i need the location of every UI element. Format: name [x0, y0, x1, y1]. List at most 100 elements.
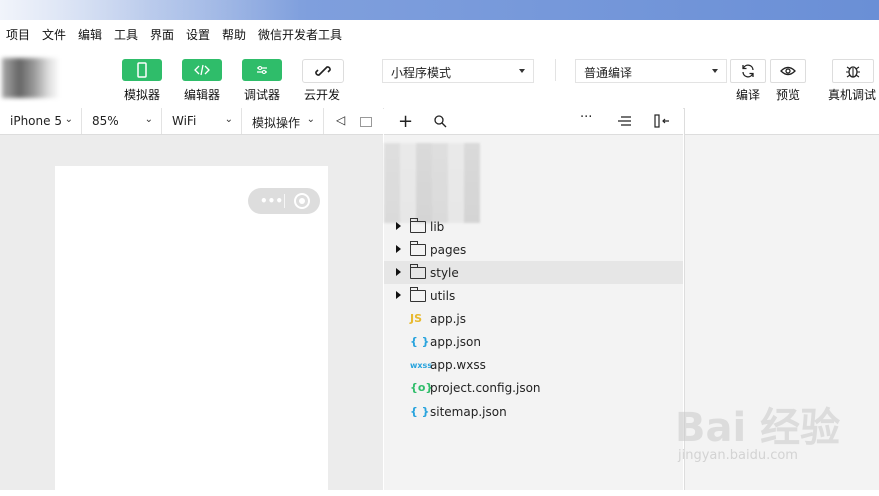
more-dots-icon[interactable]: ••• [260, 195, 283, 207]
file-name: project.config.json [430, 381, 541, 395]
folder-lib[interactable]: lib [384, 215, 683, 238]
cloud-label: 云开发 [304, 88, 341, 102]
compile-select[interactable]: 普通编译 [575, 59, 727, 83]
menu-project[interactable]: 项目 [6, 26, 30, 43]
compile-select-value: 普通编译 [584, 66, 633, 80]
debugger-label: 调试器 [244, 88, 281, 102]
debugger-button[interactable] [242, 59, 282, 81]
compile-button[interactable] [730, 59, 766, 83]
file-name: app.json [430, 335, 481, 349]
folder-icon [410, 287, 426, 302]
wxss-file-icon: wxss [410, 361, 433, 370]
chevron-down-icon: ⌄ [64, 114, 73, 125]
menu-view[interactable]: 界面 [150, 26, 174, 43]
window-title-bar [0, 0, 879, 20]
main-toolbar: 模拟器 编辑器 调试器 云开发 小程序模式 普通编译 编译 预览 真机调试 [0, 46, 879, 109]
caret-down-icon [519, 69, 525, 73]
file-name: lib [430, 220, 445, 234]
eye-icon [780, 66, 796, 76]
menu-settings[interactable]: 设置 [186, 26, 210, 43]
remote-debug-label: 真机调试 [828, 88, 877, 102]
editor-button[interactable] [182, 59, 222, 81]
bug-icon [846, 66, 860, 78]
add-icon[interactable]: + [398, 111, 413, 132]
file-name: app.js [430, 312, 466, 326]
folder-utils[interactable]: utils [384, 284, 683, 307]
chevron-right-icon [396, 245, 401, 253]
mode-select-value: 小程序模式 [391, 66, 452, 80]
chevron-down-icon: ⌄ [224, 114, 233, 125]
file-sitemap-json[interactable]: { } sitemap.json [384, 400, 683, 423]
menu-edit[interactable]: 编辑 [78, 26, 102, 43]
file-app-json[interactable]: { } app.json [384, 330, 683, 353]
js-file-icon: JS [410, 312, 423, 325]
device-select[interactable]: iPhone 5 ⌄ [0, 108, 82, 134]
folder-pages[interactable]: pages [384, 238, 683, 261]
cloud-link-icon [315, 66, 331, 76]
compile-label: 编译 [736, 88, 761, 102]
remote-debug-button[interactable] [832, 59, 874, 83]
zoom-select[interactable]: 85% ⌄ [82, 108, 162, 134]
file-app-js[interactable]: JS app.js [384, 307, 683, 330]
file-name: sitemap.json [430, 405, 507, 419]
more-icon[interactable]: ··· [580, 110, 592, 125]
preview-button[interactable] [770, 59, 806, 83]
simulator-label: 模拟器 [124, 88, 161, 102]
search-icon[interactable] [434, 115, 447, 128]
menu-file[interactable]: 文件 [42, 26, 66, 43]
menu-wechat-devtools[interactable]: 微信开发者工具 [258, 26, 342, 43]
editor-tab-bar [685, 108, 879, 135]
divider [555, 59, 556, 81]
sliders-icon [257, 66, 267, 74]
network-select[interactable]: WiFi ⌄ [162, 108, 242, 134]
simulate-ops-value: 模拟操作 [252, 116, 301, 130]
refresh-icon [742, 64, 754, 78]
chevron-right-icon [396, 291, 401, 299]
file-name: app.wxss [430, 358, 486, 372]
zoom-select-value: 85% [92, 114, 119, 128]
phone-screen: ••• [55, 166, 328, 496]
phone-icon [137, 62, 147, 78]
mode-select[interactable]: 小程序模式 [382, 59, 534, 83]
watermark-url: jingyan.baidu.com [678, 448, 798, 463]
file-app-wxss[interactable]: wxss app.wxss [384, 353, 683, 376]
simulator-toolbar: iPhone 5 ⌄ 85% ⌄ WiFi ⌄ 模拟操作 ⌄ ◁ [0, 108, 383, 135]
volume-icon[interactable]: ◁ [336, 113, 345, 127]
avatar[interactable] [2, 58, 60, 98]
simulator-pane: ••• [0, 135, 383, 496]
file-name: utils [430, 289, 456, 303]
watermark-logo: Bai 经验 [675, 405, 841, 451]
blurred-title [0, 0, 300, 20]
simulate-ops-select[interactable]: 模拟操作 ⌄ [242, 108, 324, 134]
folder-icon [410, 264, 426, 279]
file-tree: lib pages style utils JS app.js { } app.… [384, 135, 683, 490]
folder-icon [410, 218, 426, 233]
chevron-right-icon [396, 268, 401, 276]
menu-tools[interactable]: 工具 [114, 26, 138, 43]
code-icon [194, 64, 210, 76]
chevron-down-icon: ⌄ [144, 114, 153, 125]
preview-label: 预览 [776, 88, 801, 102]
menu-help[interactable]: 帮助 [222, 26, 246, 43]
simulator-button[interactable] [122, 59, 162, 81]
file-name: style [430, 266, 459, 280]
json-file-icon: { } [410, 405, 430, 418]
close-target-icon[interactable] [294, 193, 310, 209]
caret-down-icon [712, 69, 718, 73]
file-tree-toolbar: + ··· [384, 108, 683, 135]
cloud-button[interactable] [302, 59, 344, 83]
folder-icon [410, 241, 426, 256]
device-select-value: iPhone 5 [10, 114, 62, 128]
folder-style[interactable]: style [384, 261, 683, 284]
file-name: pages [430, 243, 467, 257]
collapse-icon[interactable] [617, 116, 631, 126]
file-project-config[interactable]: {o} project.config.json [384, 376, 683, 399]
hide-panel-icon[interactable] [654, 114, 670, 128]
chevron-down-icon: ⌄ [306, 114, 315, 125]
capsule-menu[interactable]: ••• [248, 188, 320, 214]
editor-label: 编辑器 [184, 88, 221, 102]
capsule-divider [284, 194, 285, 208]
menu-bar: 项目 文件 编辑 工具 界面 设置 帮助 微信开发者工具 [0, 20, 879, 46]
json-file-icon: { } [410, 335, 430, 348]
window-icon[interactable] [360, 117, 372, 127]
